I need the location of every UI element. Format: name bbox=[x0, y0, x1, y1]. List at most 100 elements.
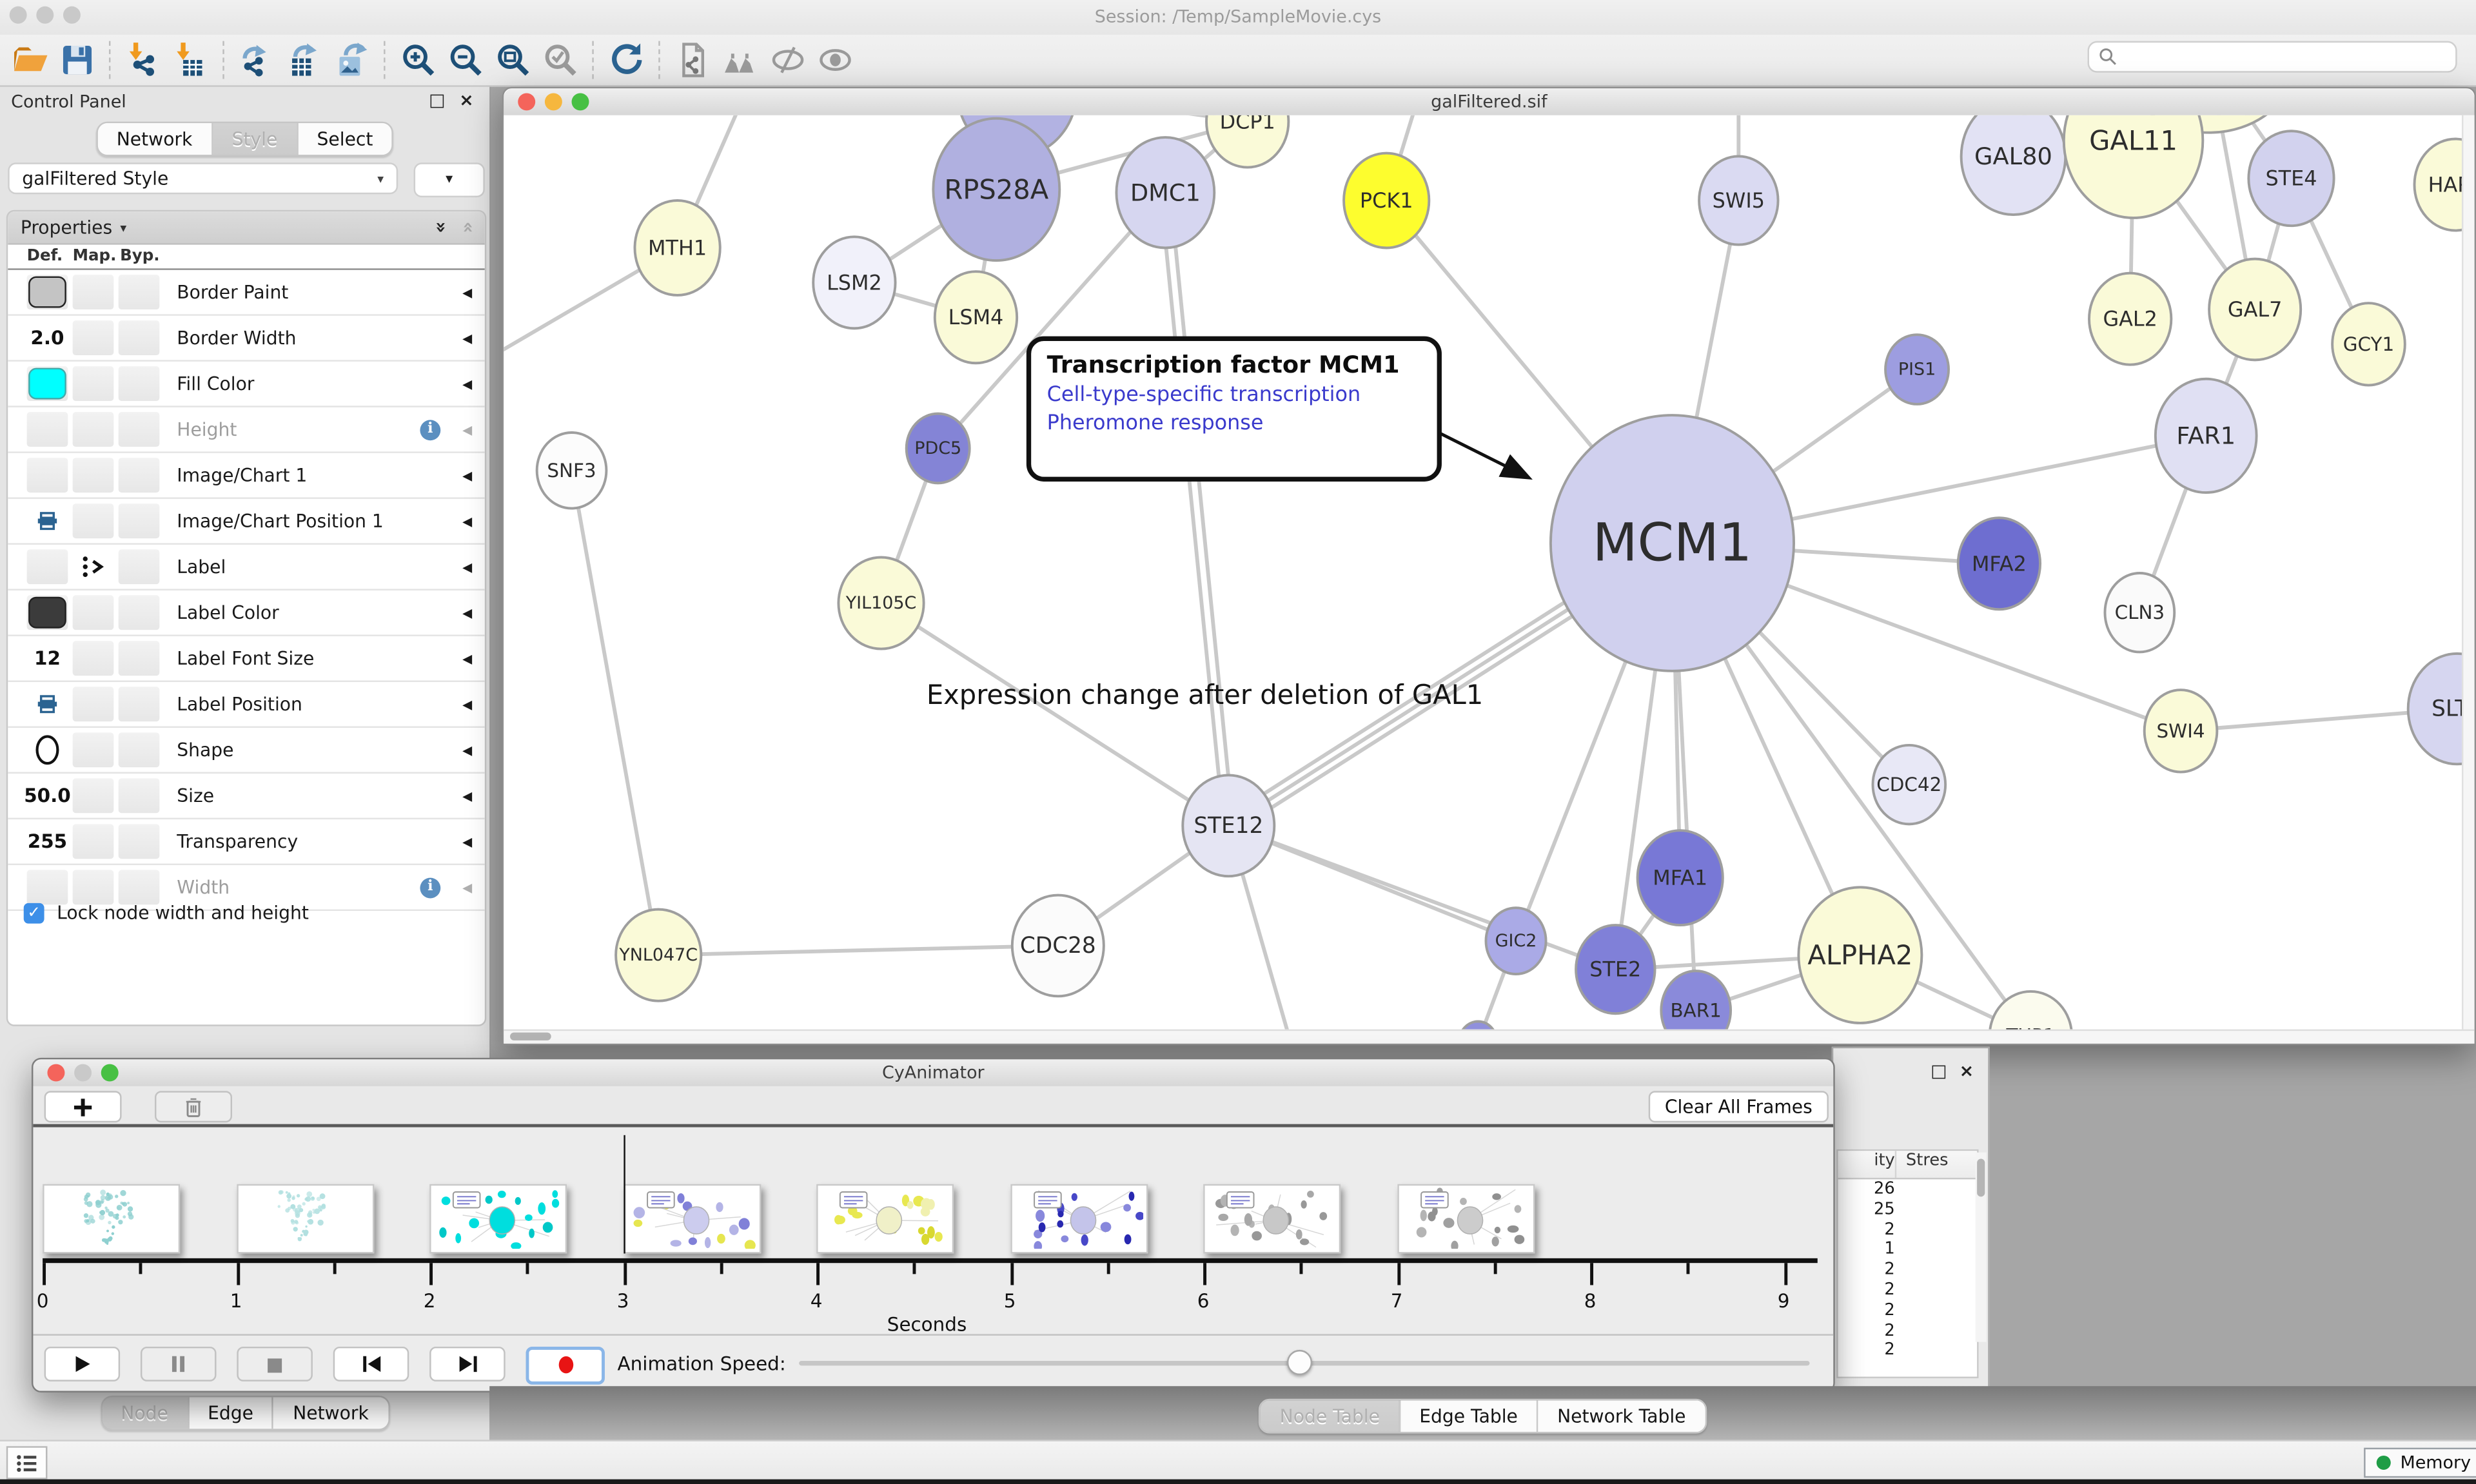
map-value-cell[interactable] bbox=[73, 732, 114, 767]
network-node-gal11[interactable]: GAL11 bbox=[2064, 115, 2203, 218]
style-property-row[interactable]: 2.0Border Width◀ bbox=[8, 316, 485, 362]
table-row[interactable]: 2 bbox=[1838, 1300, 1978, 1320]
save-session-button[interactable] bbox=[54, 39, 101, 81]
style-property-row[interactable]: Fill Color◀ bbox=[8, 362, 485, 407]
cyanimator-timeline[interactable]: 0123456789 Seconds bbox=[33, 1124, 1833, 1339]
expand-row-icon[interactable]: ◀ bbox=[462, 560, 472, 574]
style-property-row[interactable]: 12Label Font Size◀ bbox=[8, 636, 485, 682]
network-node-lsm2[interactable]: LSM2 bbox=[813, 237, 895, 328]
network-node-gal2[interactable]: GAL2 bbox=[2089, 273, 2171, 365]
style-property-row[interactable]: Image/Chart Position 1◀ bbox=[8, 499, 485, 545]
network-node-swi4[interactable]: SWI4 bbox=[2145, 690, 2217, 772]
def-value-cell[interactable] bbox=[27, 275, 68, 309]
byp-value-cell[interactable] bbox=[119, 641, 160, 676]
slider-thumb[interactable] bbox=[1287, 1350, 1312, 1375]
table-row[interactable]: 1 bbox=[1838, 1240, 1978, 1260]
frame-thumbnail[interactable] bbox=[429, 1184, 567, 1254]
def-value-cell[interactable] bbox=[27, 732, 68, 767]
byp-value-cell[interactable] bbox=[119, 412, 160, 447]
record-button[interactable] bbox=[526, 1347, 605, 1385]
refresh-button[interactable] bbox=[604, 39, 651, 81]
byp-value-cell[interactable] bbox=[119, 503, 160, 538]
expand-row-icon[interactable]: ◀ bbox=[462, 376, 472, 391]
table-column-header[interactable]: Stres bbox=[1896, 1151, 1977, 1178]
scrollbar-thumb[interactable] bbox=[510, 1033, 551, 1040]
map-value-cell[interactable] bbox=[73, 595, 114, 630]
network-edge[interactable] bbox=[881, 603, 1229, 826]
map-value-cell[interactable] bbox=[73, 549, 114, 584]
table-row[interactable]: 2 bbox=[1838, 1220, 1978, 1240]
network-canvas[interactable]: RPS28BDCP1RPS28ADMC1PCK1SWI5GAL80GAL11ST… bbox=[504, 115, 2474, 1031]
properties-header[interactable]: Properties ▾ » » bbox=[8, 211, 485, 244]
style-property-row[interactable]: Heighti◀ bbox=[8, 407, 485, 453]
tab-node[interactable]: Node bbox=[102, 1397, 189, 1429]
annotation-link[interactable]: Cell-type-specific transcription bbox=[1047, 384, 1421, 407]
tab-edge-table[interactable]: Edge Table bbox=[1400, 1400, 1538, 1432]
byp-value-cell[interactable] bbox=[119, 778, 160, 813]
import-network-button[interactable] bbox=[120, 39, 167, 81]
show-all-button[interactable] bbox=[812, 39, 859, 81]
network-node-pdc5[interactable]: PDC5 bbox=[907, 414, 970, 483]
map-value-cell[interactable] bbox=[73, 870, 114, 904]
network-node-cdc42[interactable]: CDC42 bbox=[1872, 745, 1945, 824]
map-value-cell[interactable] bbox=[73, 366, 114, 401]
network-node-ste12[interactable]: STE12 bbox=[1183, 775, 1274, 876]
network-node-alpha2[interactable]: ALPHA2 bbox=[1798, 887, 1921, 1023]
network-edge[interactable] bbox=[1161, 193, 1224, 826]
map-value-cell[interactable] bbox=[73, 320, 114, 355]
network-node-rps28a[interactable]: RPS28A bbox=[933, 119, 1059, 260]
network-node-dcp1[interactable]: DCP1 bbox=[1206, 115, 1288, 168]
network-node-gic2[interactable]: GIC2 bbox=[1486, 908, 1546, 974]
network-edge[interactable] bbox=[572, 471, 659, 955]
def-value-cell[interactable] bbox=[27, 870, 68, 904]
map-value-cell[interactable] bbox=[73, 275, 114, 309]
network-node-pck1[interactable]: PCK1 bbox=[1344, 153, 1429, 248]
collapse-all-icon[interactable]: » bbox=[455, 222, 477, 233]
expand-row-icon[interactable]: ◀ bbox=[462, 331, 472, 345]
zoom-in-button[interactable] bbox=[395, 39, 442, 81]
style-property-row[interactable]: Label Color◀ bbox=[8, 591, 485, 636]
open-session-button[interactable] bbox=[6, 39, 54, 81]
network-node-mth1[interactable]: MTH1 bbox=[634, 200, 720, 295]
byp-value-cell[interactable] bbox=[119, 320, 160, 355]
tab-select[interactable]: Select bbox=[298, 123, 392, 155]
network-node-lsm4[interactable]: LSM4 bbox=[935, 271, 1017, 363]
expand-row-icon[interactable]: ◀ bbox=[462, 605, 472, 620]
network-from-document-button[interactable] bbox=[669, 39, 716, 81]
delete-frame-button[interactable] bbox=[155, 1091, 232, 1122]
expand-row-icon[interactable]: ◀ bbox=[462, 788, 472, 803]
network-node-mfa1[interactable]: MFA1 bbox=[1638, 830, 1723, 925]
zoom-fit-button[interactable] bbox=[489, 39, 536, 81]
expand-row-icon[interactable]: ◀ bbox=[462, 834, 472, 848]
network-node-ynl047c[interactable]: YNL047C bbox=[616, 910, 701, 1001]
network-node-ste2[interactable]: STE2 bbox=[1576, 925, 1655, 1013]
lock-size-row[interactable]: ✓ Lock node width and height bbox=[24, 901, 309, 923]
byp-value-cell[interactable] bbox=[119, 275, 160, 309]
network-node-ste4[interactable]: STE4 bbox=[2248, 131, 2334, 226]
export-network-button[interactable] bbox=[233, 39, 280, 81]
table-row[interactable]: 25 bbox=[1838, 1200, 1978, 1220]
network-node-mfa2[interactable]: MFA2 bbox=[1958, 518, 2040, 609]
network-node-swi5[interactable]: SWI5 bbox=[1699, 156, 1778, 244]
horizontal-scrollbar[interactable] bbox=[504, 1030, 2474, 1044]
map-value-cell[interactable] bbox=[73, 641, 114, 676]
network-edge[interactable] bbox=[658, 946, 1058, 955]
table-row[interactable]: 2 bbox=[1838, 1341, 1978, 1361]
table-scrollbar[interactable] bbox=[1976, 1153, 1987, 1342]
close-panel-icon[interactable]: × bbox=[1960, 1061, 1983, 1082]
network-node-snf3[interactable]: SNF3 bbox=[537, 433, 607, 509]
style-property-row[interactable]: Image/Chart 1◀ bbox=[8, 453, 485, 499]
def-value-cell[interactable]: 50.0 bbox=[27, 778, 68, 813]
expand-row-icon[interactable]: ◀ bbox=[462, 422, 472, 436]
cyanimator-titlebar[interactable]: CyAnimator bbox=[33, 1059, 1833, 1088]
task-history-button[interactable] bbox=[6, 1446, 48, 1479]
expand-all-icon[interactable]: » bbox=[431, 222, 453, 233]
import-table-button[interactable] bbox=[168, 39, 215, 81]
network-node-gal80[interactable]: GAL80 bbox=[1961, 115, 2066, 215]
map-value-cell[interactable] bbox=[73, 412, 114, 447]
map-value-cell[interactable] bbox=[73, 778, 114, 813]
byp-value-cell[interactable] bbox=[119, 366, 160, 401]
frame-thumbnail[interactable] bbox=[623, 1184, 760, 1254]
scrollbar-thumb[interactable] bbox=[1977, 1159, 1985, 1197]
frame-thumbnail[interactable] bbox=[1397, 1184, 1534, 1254]
